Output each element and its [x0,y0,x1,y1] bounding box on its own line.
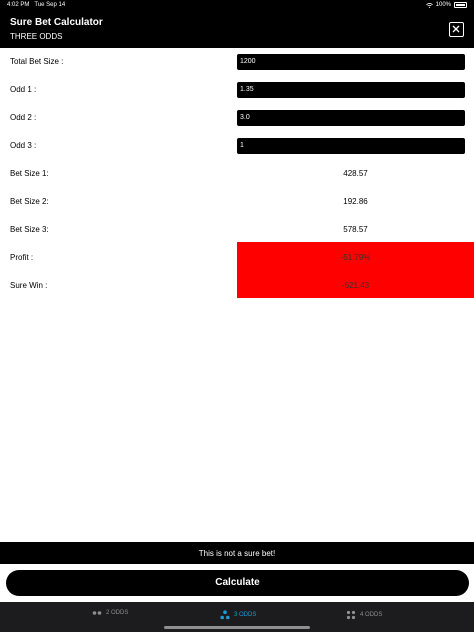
bet-size-3-label: Bet Size 3: [10,225,49,234]
sure-win-value: -621.43 [341,281,370,290]
profit-value: -51.79% [340,253,371,262]
status-time: 4:02 PM Tue Sep 14 [7,2,65,8]
bet-size-2-row: Bet Size 2: 192.86 [0,188,474,216]
tab-3-odds-label: 3 ODDS [234,612,257,618]
total-bet-label: Total Bet Size : [10,57,64,66]
sure-win-row: Sure Win : -621.43 [0,272,474,300]
battery-percent: 100% [435,2,451,8]
status-time-text: 4:02 PM [7,2,30,8]
status-date: Tue Sep 14 [34,2,66,8]
battery-icon [454,2,467,8]
bet-size-2-label: Bet Size 2: [10,197,49,206]
status-message: This is not a sure bet! [0,542,474,564]
bet-size-3-value: 578.57 [343,225,368,234]
tab-4-odds[interactable]: 4 ODDS [346,610,382,620]
bet-size-2-value: 192.86 [343,197,368,206]
odd-1-input[interactable]: 1.35 [237,82,465,98]
profit-label: Profit : [10,253,34,262]
odd-1-label: Odd 1 : [10,85,37,94]
odd-3-row: Odd 3 : 1 [0,132,474,160]
four-dots-icon [346,610,356,620]
odd-1-row: Odd 1 : 1.35 [0,76,474,104]
wifi-icon [425,2,433,8]
tab-4-odds-label: 4 ODDS [360,612,383,618]
tab-2-odds-label: 2 ODDS [106,610,129,616]
bet-size-3-row: Bet Size 3: 578.57 [0,216,474,244]
total-bet-row: Total Bet Size : 1200 [0,48,474,76]
close-button[interactable] [449,22,464,37]
tab-3-odds[interactable]: 3 ODDS [220,610,256,620]
odd-3-label: Odd 3 : [10,141,37,150]
three-dots-icon [220,610,230,620]
page-subtitle: THREE ODDS [10,32,63,41]
status-bar: 4:02 PM Tue Sep 14 100% [0,0,474,11]
profit-row: Profit : -51.79% [0,244,474,272]
odd-3-input[interactable]: 1 [237,138,465,154]
page-title: Sure Bet Calculator [10,17,103,28]
calculate-button[interactable]: Calculate [6,570,469,596]
odd-2-row: Odd 2 : 3.0 [0,104,474,132]
home-indicator [164,626,310,629]
bet-size-1-label: Bet Size 1: [10,169,49,178]
bet-size-1-value: 428.57 [343,169,368,178]
status-right: 100% [425,2,467,8]
total-bet-input[interactable]: 1200 [237,54,465,70]
tab-2-odds[interactable]: 2 ODDS [92,610,128,616]
app-header: Sure Bet Calculator THREE ODDS [0,11,474,48]
odd-2-label: Odd 2 : [10,113,37,122]
bet-size-1-row: Bet Size 1: 428.57 [0,160,474,188]
two-dots-icon [92,611,102,615]
close-icon [452,25,460,33]
sure-win-label: Sure Win : [10,281,48,290]
odd-2-input[interactable]: 3.0 [237,110,465,126]
